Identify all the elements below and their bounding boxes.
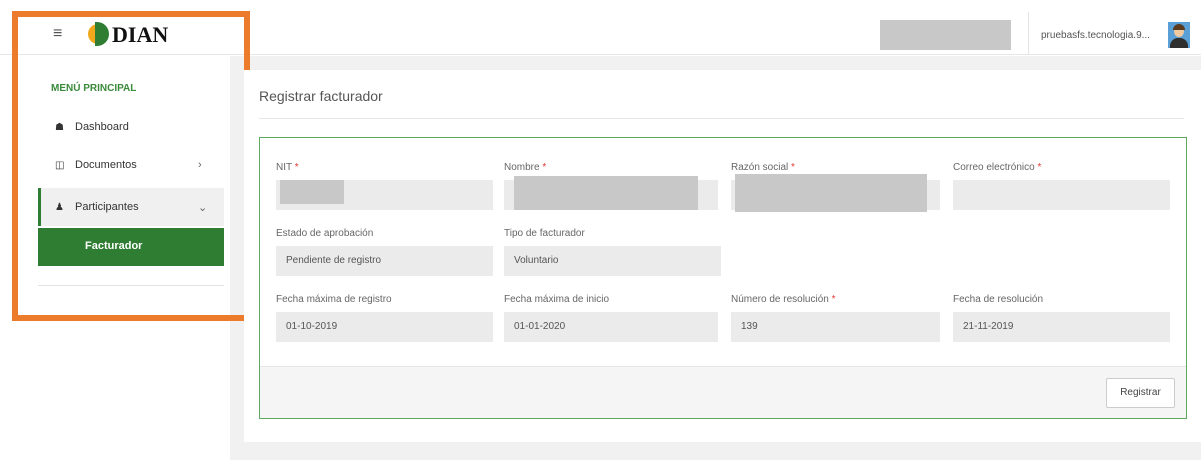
- fecha-registro-field[interactable]: 01-10-2019: [276, 312, 493, 342]
- tipo-label: Tipo de facturador: [504, 228, 585, 239]
- correo-label: Correo electrónico *: [953, 162, 1042, 173]
- estado-field[interactable]: Pendiente de registro: [276, 246, 493, 276]
- fecha-resolucion-field[interactable]: 21-11-2019: [953, 312, 1170, 342]
- razon-social-label: Razón social *: [731, 162, 795, 173]
- fecha-inicio-field[interactable]: 01-01-2020: [504, 312, 718, 342]
- numero-resolucion-field[interactable]: 139: [731, 312, 940, 342]
- estado-label: Estado de aprobación: [276, 228, 374, 239]
- page-title: Registrar facturador: [259, 88, 383, 104]
- tipo-field[interactable]: Voluntario: [504, 246, 721, 276]
- redacted-nombre: [514, 176, 698, 210]
- fecha-registro-label: Fecha máxima de registro: [276, 294, 392, 305]
- fecha-resolucion-label: Fecha de resolución: [953, 294, 1044, 305]
- redacted-header-field: [880, 20, 1011, 50]
- user-avatar-icon[interactable]: [1168, 22, 1190, 48]
- fecha-inicio-label: Fecha máxima de inicio: [504, 294, 610, 305]
- nit-label: NIT *: [276, 162, 299, 173]
- registrar-button[interactable]: Registrar: [1106, 378, 1175, 408]
- title-divider: [259, 118, 1184, 119]
- redacted-razon-social: [735, 174, 927, 212]
- redacted-nit: [280, 180, 344, 204]
- form-footer: [260, 366, 1186, 418]
- user-name[interactable]: pruebasfs.tecnologia.9...: [1041, 30, 1150, 41]
- numero-resolucion-label: Número de resolución *: [731, 294, 836, 305]
- header-divider: [1028, 12, 1029, 55]
- nombre-label: Nombre *: [504, 162, 547, 173]
- correo-field[interactable]: [953, 180, 1170, 210]
- highlight-box: [12, 11, 250, 321]
